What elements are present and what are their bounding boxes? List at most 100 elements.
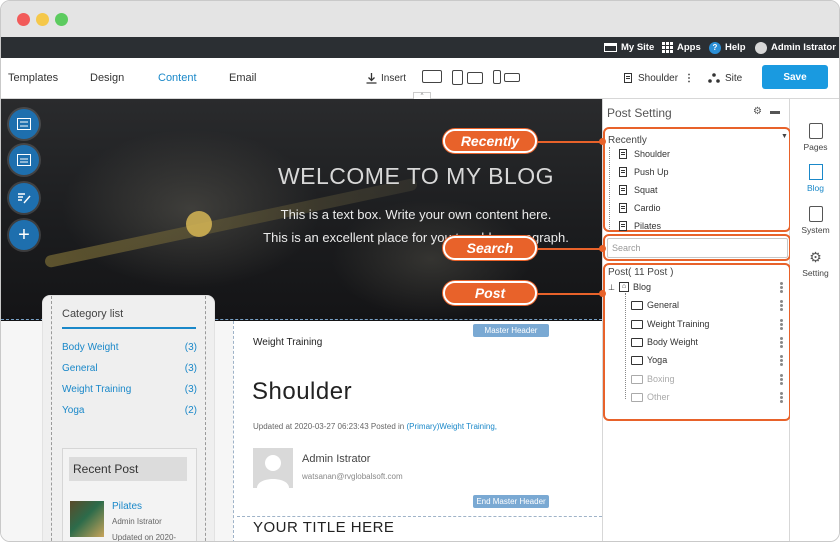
page-name: Shoulder [638,72,679,84]
folder-icon [631,392,643,402]
callout-pointer [599,245,606,252]
help-label: Help [725,42,746,53]
help-link[interactable]: ? Help [709,37,746,58]
recent-post-thumbnail[interactable] [70,501,104,537]
tree-folder-item[interactable]: Body Weight [631,337,698,347]
tab-templates[interactable]: Templates [8,58,58,98]
minimize-window-button[interactable] [36,13,49,26]
mobile-view-icon[interactable] [493,70,501,84]
post-category[interactable]: Weight Training [253,337,322,348]
pages-icon [808,123,823,139]
tree-folder-item[interactable]: Other [631,392,670,402]
rail-item-setting[interactable]: ⚙ Setting [790,249,839,278]
folder-name: Other [647,392,670,402]
recent-post-item[interactable]: Squat [619,185,658,195]
insert-button[interactable]: Insert [366,58,406,98]
apps-link[interactable]: Apps [662,37,701,58]
post-section: Post( 11 Post ) ⊥ ⌂ Blog General Weight … [603,263,791,421]
my-site-link[interactable]: My Site [604,37,654,58]
recent-post-item[interactable]: Pilates [619,221,661,231]
tree-root-blog[interactable]: ⊥ ⌂ Blog [608,282,651,292]
editor-toolbar: Templates Design Content Email Insert Sh… [1,58,839,99]
title-placeholder[interactable]: YOUR TITLE HERE [237,516,602,536]
author-name: Admin Istrator [302,453,371,465]
desktop-view-icon[interactable] [422,70,442,83]
category-item[interactable]: Weight Training (3) [62,384,197,395]
maximize-window-button[interactable] [55,13,68,26]
tab-design[interactable]: Design [90,58,124,98]
master-header-tag[interactable]: Master Header [473,324,549,337]
more-options-icon[interactable] [780,374,784,386]
callout-recently: Recently [443,129,537,153]
folder-name: Boxing [647,374,675,384]
more-options-icon[interactable] [780,392,784,404]
rail-item-system[interactable]: System [790,206,839,235]
add-element-tool[interactable]: + [9,220,39,250]
more-options-icon[interactable] [780,282,784,294]
folder-name: General [647,300,680,310]
category-item[interactable]: Body Weight (3) [62,342,197,353]
section-settings-tool[interactable] [9,109,39,139]
recent-post-item[interactable]: Push Up [619,167,669,177]
plus-icon: + [18,223,30,246]
save-button[interactable]: Save [762,65,828,89]
tree-folder-item[interactable]: Yoga [631,355,667,365]
hero-title[interactable]: WELCOME TO MY BLOG [1,163,602,190]
recently-section: Recently ▼ Shoulder Push Up Squat Cardio… [603,127,791,232]
post-setting-title: Post Setting [607,106,672,120]
monitor-icon [604,42,617,52]
post-title[interactable]: Shoulder [252,378,352,406]
tree-expand-icon[interactable]: ⊥ [608,283,615,292]
tree-folder-item[interactable]: Weight Training [631,319,709,329]
category-item[interactable]: General (3) [62,363,197,374]
page-selector[interactable]: Shoulder ⋮ [624,58,694,98]
tab-email[interactable]: Email [229,58,257,98]
more-options-icon[interactable] [780,319,784,331]
callout-pointer [599,138,606,145]
user-menu[interactable]: Admin Istrator [755,37,836,58]
category-item[interactable]: Yoga (2) [62,405,197,416]
end-master-header-tag[interactable]: End Master Header [473,495,549,508]
more-options-icon[interactable] [780,300,784,312]
more-vertical-icon[interactable]: ⋮ [684,73,694,84]
top-bar: My Site Apps ? Help Admin Istrator [1,37,839,58]
dropdown-arrow-icon[interactable]: ▼ [781,133,788,140]
post-search-input[interactable]: Search [607,238,788,258]
recent-post-name: Squat [634,185,658,195]
recent-post-item[interactable]: Cardio [619,203,661,213]
my-site-label: My Site [621,42,655,53]
edit-text-tool[interactable] [9,183,39,213]
post-guide-line [233,321,234,541]
sitemap-icon [708,73,720,83]
post-category-link[interactable]: (Primary)Weight Training, [406,422,497,431]
rail-label: Blog [806,183,824,193]
settings-icon[interactable]: ⚙ [753,106,762,117]
more-options-icon[interactable] [780,337,784,349]
tablet-view-icon[interactable] [452,70,463,85]
document-icon [619,185,627,195]
tree-folder-item[interactable]: Boxing [631,374,675,384]
category-list-panel: Category list Body Weight (3) General (3) … [42,295,215,541]
tree-root-label: Blog [632,282,651,292]
tab-content[interactable]: Content [158,58,197,98]
site-button[interactable]: Site [708,58,742,98]
folder-icon[interactable]: ▬ [770,106,780,117]
close-window-button[interactable] [17,13,30,26]
user-silhouette-icon [257,455,289,488]
mobile-landscape-view-icon[interactable] [504,73,520,82]
recent-post-name: Cardio [634,203,661,213]
layout-tool[interactable] [9,145,39,175]
tree-folder-item[interactable]: General [631,300,679,310]
column-guide-left [51,296,52,541]
recent-post-link[interactable]: Pilates [112,501,142,512]
rail-item-blog[interactable]: Blog [790,164,839,193]
tree-line [609,147,610,231]
recent-post-title: Recent Post [69,457,187,481]
hero-text-line-1[interactable]: This is a text box. Write your own conte… [1,207,602,222]
more-options-icon[interactable] [780,355,784,367]
tablet-landscape-view-icon[interactable] [467,72,483,84]
recent-post-item[interactable]: Shoulder [619,149,670,159]
collapse-toolbar-button[interactable]: ^ [413,92,431,99]
rail-item-pages[interactable]: Pages [790,123,839,152]
category-count: (3) [184,342,197,353]
